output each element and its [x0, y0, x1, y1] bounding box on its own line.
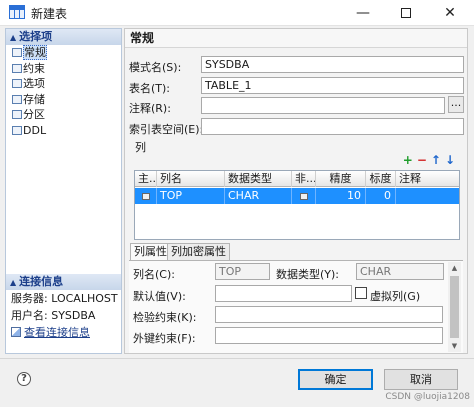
page-icon: [12, 48, 22, 57]
checkbox-icon: [141, 193, 150, 200]
comment-field[interactable]: [201, 97, 445, 114]
column-toolbar: + − ↑ ↓: [399, 153, 455, 167]
sidebar-item-label: 存储: [23, 92, 45, 106]
schema-label: 模式名(S):: [129, 61, 182, 74]
move-up-icon[interactable]: ↑: [431, 153, 441, 167]
properties-scrollbar[interactable]: ▲ ▼: [448, 262, 461, 352]
table-row[interactable]: TOP CHAR 10 0: [135, 188, 459, 204]
column-header-scale[interactable]: 标度: [366, 171, 396, 187]
sidebar-item-partition[interactable]: 分区: [6, 107, 121, 123]
sidebar-item-label: 约束: [23, 61, 45, 75]
collapse-icon: ▲: [10, 33, 17, 42]
tablespace-field[interactable]: [201, 118, 464, 135]
delete-column-icon[interactable]: −: [417, 153, 427, 167]
column-header-comment[interactable]: 注释: [396, 171, 460, 187]
sidebar-item-constraints[interactable]: 约束: [6, 61, 121, 77]
default-value-field[interactable]: [215, 285, 352, 302]
page-icon: [12, 79, 22, 88]
page-icon: [12, 125, 22, 135]
schema-field[interactable]: SYSDBA: [201, 56, 464, 73]
ok-button[interactable]: 确定: [298, 369, 373, 390]
not-null-checkbox[interactable]: [292, 188, 316, 204]
table-header: 主... 列名 数据类型 非... 精度 标度 注释: [135, 171, 459, 187]
cell-precision[interactable]: 10: [316, 188, 366, 204]
page-icon: [12, 94, 22, 104]
column-name-label: 列名(C):: [133, 268, 175, 281]
maximize-icon: [401, 8, 411, 18]
data-type-label: 数据类型(Y):: [276, 268, 340, 281]
cancel-button[interactable]: 取消: [384, 369, 458, 390]
sidebar-section-connection[interactable]: ▲ 连接信息: [6, 274, 121, 290]
sidebar-item-label: 常规: [23, 45, 47, 60]
connection-info: ▲ 连接信息 服务器: LOCALHOST 用户名: SYSDBA 查看连接信息: [6, 274, 121, 341]
maximize-button[interactable]: [386, 0, 426, 26]
scroll-thumb[interactable]: [450, 276, 459, 338]
help-icon[interactable]: ?: [17, 372, 31, 386]
scroll-down-icon[interactable]: ▼: [448, 340, 461, 352]
page-title: 常规: [125, 29, 467, 48]
column-header-name[interactable]: 列名: [157, 171, 225, 187]
column-header-notnull[interactable]: 非...: [292, 171, 316, 187]
sidebar-item-label: 选项: [23, 77, 45, 90]
foreign-key-field[interactable]: [215, 327, 443, 344]
columns-table: 主... 列名 数据类型 非... 精度 标度 注释 TOP CHAR 10 0: [134, 170, 460, 240]
primary-key-checkbox[interactable]: [135, 188, 157, 204]
watermark: CSDN @luojia1208: [385, 392, 470, 402]
check-constraint-label: 检验约束(K):: [133, 311, 197, 324]
user-info: 用户名: SYSDBA: [11, 309, 96, 322]
browse-button[interactable]: ...: [448, 96, 464, 113]
virtual-column-checkbox[interactable]: [355, 287, 367, 299]
connection-icon: [11, 327, 21, 337]
tab-column-encryption[interactable]: 列加密属性: [167, 243, 230, 260]
data-type-field[interactable]: CHAR: [356, 263, 444, 280]
page-icon: [12, 110, 22, 119]
move-down-icon[interactable]: ↓: [445, 153, 455, 167]
columns-group-label: 列: [135, 141, 146, 154]
sidebar-item-label: DDL: [23, 123, 47, 137]
table-name-field[interactable]: TABLE_1: [201, 77, 464, 94]
cell-column-name[interactable]: TOP: [157, 188, 225, 204]
footer-divider: [0, 358, 474, 359]
cell-scale[interactable]: 0: [366, 188, 396, 204]
tablespace-label: 索引表空间(E):: [129, 123, 204, 136]
cell-data-type[interactable]: CHAR: [225, 188, 292, 204]
server-info: 服务器: LOCALHOST: [11, 292, 118, 305]
column-header-type[interactable]: 数据类型: [225, 171, 292, 187]
sidebar-item-general[interactable]: 常规: [6, 45, 121, 61]
title-bar: 新建表 — ✕: [0, 0, 474, 26]
checkbox-icon: [299, 193, 308, 200]
close-button[interactable]: ✕: [430, 0, 470, 26]
cell-comment[interactable]: [396, 188, 460, 204]
view-connection-link[interactable]: 查看连接信息: [6, 324, 121, 341]
page-icon: [12, 63, 22, 73]
sidebar-item-storage[interactable]: 存储: [6, 92, 121, 108]
sidebar-item-label: 分区: [23, 108, 45, 121]
window-title: 新建表: [31, 7, 68, 21]
sidebar-section-options[interactable]: ▲ 选择项: [6, 29, 121, 45]
sidebar-item-options[interactable]: 选项: [6, 76, 121, 92]
scroll-up-icon[interactable]: ▲: [448, 262, 461, 274]
tab-column-properties[interactable]: 列属性: [130, 243, 171, 260]
column-header-primary[interactable]: 主...: [135, 171, 157, 187]
sidebar: ▲ 选择项 常规 约束 选项 存储 分区 DDL ▲ 连接信息 服务器: LOCAL…: [5, 28, 122, 354]
default-value-label: 默认值(V):: [133, 290, 186, 303]
column-name-field[interactable]: TOP: [215, 263, 270, 280]
collapse-icon: ▲: [10, 278, 17, 287]
sidebar-item-ddl[interactable]: DDL: [6, 123, 121, 139]
table-name-label: 表名(T):: [129, 82, 171, 95]
add-column-icon[interactable]: +: [403, 153, 413, 167]
check-constraint-field[interactable]: [215, 306, 443, 323]
table-icon: [9, 5, 25, 19]
minimize-button[interactable]: —: [343, 0, 383, 26]
comment-label: 注释(R):: [129, 102, 171, 115]
foreign-key-label: 外键约束(F):: [133, 332, 196, 345]
column-header-precision[interactable]: 精度: [316, 171, 366, 187]
virtual-column-label: 虚拟列(G): [370, 290, 421, 303]
